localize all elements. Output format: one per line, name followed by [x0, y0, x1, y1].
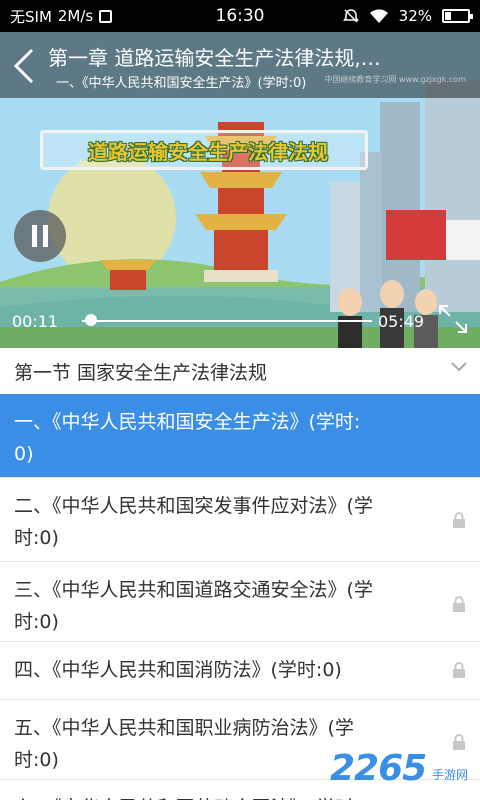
duration: 05:49	[378, 312, 425, 331]
site-watermark: 中国继续教育学习网 www.gzjxgk.com	[324, 75, 466, 84]
video-title: 第一章 道路运输安全生产法律法规,…	[48, 46, 381, 70]
battery-icon	[442, 9, 473, 23]
pause-bar-right	[43, 225, 48, 247]
lesson-label-line1: 一、《中华人民共和国安全生产法》(学时:	[14, 411, 361, 433]
battery-percent: 32%	[398, 7, 432, 25]
lock-icon	[453, 512, 465, 528]
lesson-label-line1: 四、《中华人民共和国消防法》(学时:0)	[14, 659, 342, 681]
current-time: 00:11	[12, 312, 59, 331]
lesson-label-line1: 六、《中华人民共和国劳动合同法》(学时	[14, 792, 426, 800]
video-subtitle: 一、《中华人民共和国安全生产法》(学时:0)	[56, 76, 307, 91]
fullscreen-icon[interactable]	[438, 304, 468, 334]
lock-icon	[453, 596, 465, 612]
lock-icon	[453, 734, 465, 750]
watermark-site: 手游网	[432, 768, 469, 782]
section-header[interactable]: 第一节 国家安全生产法律法规	[0, 348, 480, 394]
progress-thumb[interactable]	[84, 314, 97, 326]
lesson-label-line2: 0)	[14, 443, 34, 465]
status-bar: 无SIM 2M/s 16:30 32%	[0, 0, 480, 32]
lock-icon	[453, 662, 465, 678]
lesson-label: 三、《中华人民共和国道路交通安全法》(学 时:0)	[14, 574, 426, 638]
lesson-label: 一、《中华人民共和国安全生产法》(学时: 0)	[14, 406, 426, 470]
watermark-logo: 2265	[330, 748, 427, 789]
lesson-item[interactable]: 三、《中华人民共和国道路交通安全法》(学 时:0)	[0, 562, 480, 642]
lesson-label-line1: 三、《中华人民共和国道路交通安全法》(学	[14, 579, 373, 601]
lesson-label-line1: 五、《中华人民共和国职业病防治法》(学	[14, 717, 354, 739]
video-banner-text: 道路运输安全生产法律法规	[88, 140, 328, 164]
wifi-icon	[369, 9, 388, 23]
back-arrow-icon[interactable]	[10, 46, 40, 86]
lesson-label: 二、《中华人民共和国突发事件应对法》(学 时:0)	[14, 490, 426, 554]
lesson-label-line2: 时:0)	[14, 611, 59, 633]
lesson-label-line1: 二、《中华人民共和国突发事件应对法》(学	[14, 495, 373, 517]
lesson-item[interactable]: 一、《中华人民共和国安全生产法》(学时: 0)	[0, 394, 480, 478]
video-player[interactable]: 第一章 道路运输安全生产法律法规,… 一、《中华人民共和国安全生产法》(学时:0…	[0, 32, 480, 348]
lesson-label: 四、《中华人民共和国消防法》(学时:0)	[14, 654, 426, 686]
progress-bar[interactable]	[82, 320, 372, 322]
section-title: 第一节 国家安全生产法律法规	[14, 362, 268, 384]
chevron-down-icon[interactable]	[450, 358, 468, 376]
lesson-label: 六、《中华人民共和国劳动合同法》(学时	[14, 792, 426, 800]
lesson-label-line2: 时:0)	[14, 527, 59, 549]
pause-button[interactable]	[14, 210, 66, 262]
pause-bar-left	[32, 225, 37, 247]
mute-icon	[342, 9, 359, 23]
lesson-item[interactable]: 二、《中华人民共和国突发事件应对法》(学 时:0)	[0, 478, 480, 562]
lesson-item[interactable]: 四、《中华人民共和国消防法》(学时:0)	[0, 642, 480, 700]
